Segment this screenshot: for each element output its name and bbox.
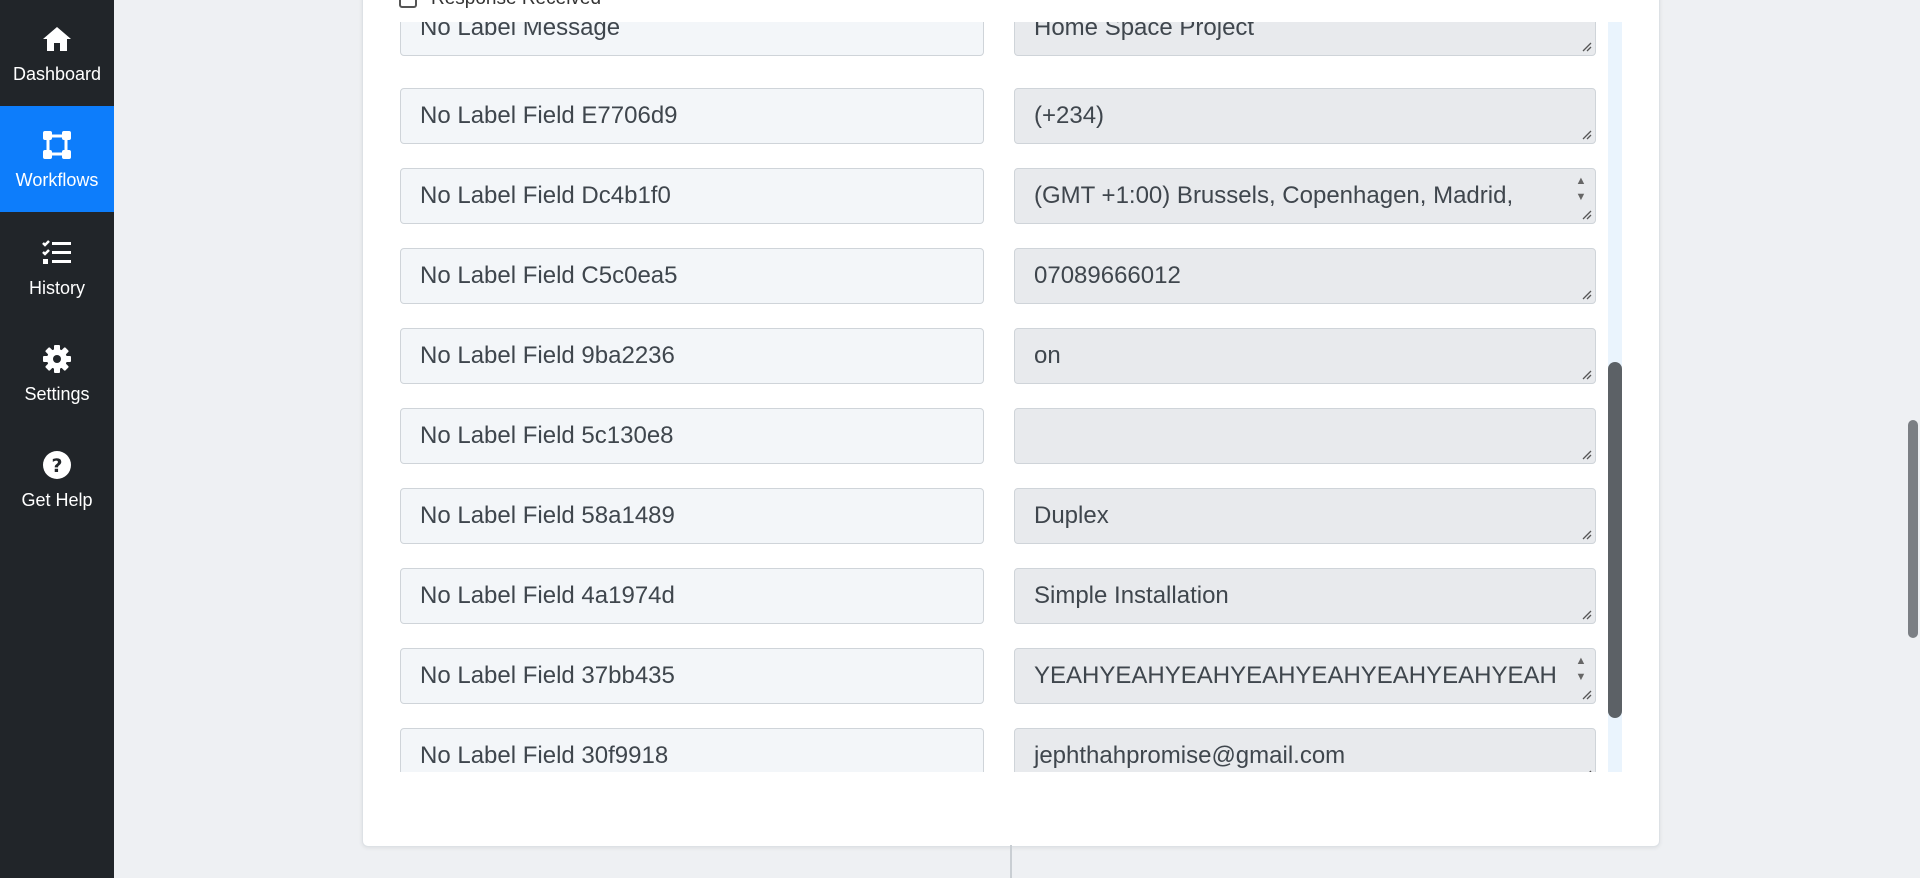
sidebar-item-settings[interactable]: Settings	[0, 320, 114, 426]
scroll-up-icon[interactable]: ▲	[1576, 175, 1587, 187]
home-icon	[40, 22, 74, 56]
workflow-icon	[40, 128, 74, 162]
scroll-down-icon[interactable]: ▼	[1576, 191, 1587, 203]
field-value[interactable]	[1014, 408, 1596, 464]
field-row: No Label Field 4a1974d Simple Installati…	[400, 568, 1596, 624]
field-row: No Label Field 5c130e8	[400, 408, 1596, 464]
scroll-down-icon[interactable]: ▼	[1576, 671, 1587, 683]
field-value[interactable]: 07089666012	[1014, 248, 1596, 304]
checkbox-icon[interactable]	[399, 0, 417, 8]
sidebar-item-label: Settings	[24, 384, 90, 404]
field-row: No Label Message Home Space Project	[400, 22, 1596, 56]
resize-handle-icon[interactable]	[1581, 289, 1592, 300]
resize-handle-icon[interactable]	[1581, 689, 1592, 700]
sidebar-item-label: History	[28, 278, 85, 298]
svg-text:?: ?	[51, 455, 62, 477]
page-scrollbar-thumb[interactable]	[1908, 420, 1918, 638]
checklist-icon	[40, 236, 74, 270]
field-row: No Label Field C5c0ea5 07089666012	[400, 248, 1596, 304]
sidebar-item-workflows[interactable]: Workflows	[0, 106, 114, 212]
field-value[interactable]: (+234)	[1014, 88, 1596, 144]
sidebar-item-history[interactable]: History	[0, 214, 114, 320]
field-row: No Label Field E7706d9 (+234)	[400, 88, 1596, 144]
fields-scrollbar-thumb[interactable]	[1608, 362, 1622, 718]
field-label: No Label Field C5c0ea5	[400, 248, 984, 304]
sidebar-item-label: Get Help	[21, 490, 93, 510]
field-value[interactable]: Home Space Project	[1014, 22, 1596, 56]
resize-handle-icon[interactable]	[1581, 209, 1592, 220]
sidebar-item-dashboard[interactable]: Dashboard	[0, 0, 114, 106]
field-label: No Label Field 9ba2236	[400, 328, 984, 384]
field-row: No Label Field 37bb435 YEAHYEAHYEAHYEAHY…	[400, 648, 1596, 704]
field-label: No Label Field 37bb435	[400, 648, 984, 704]
field-value-text: Home Space Project	[1034, 22, 1255, 41]
field-value-text: (+234)	[1034, 102, 1105, 129]
sidebar-item-label: Dashboard	[12, 64, 102, 84]
resize-handle-icon[interactable]	[1581, 369, 1592, 380]
scroll-arrows[interactable]: ▲ ▼	[1573, 655, 1589, 683]
sidebar: Dashboard Workflows History Settings ? G…	[0, 0, 114, 878]
question-circle-icon: ?	[40, 448, 74, 482]
field-row: No Label Field 9ba2236 on	[400, 328, 1596, 384]
field-label: No Label Message	[400, 22, 984, 56]
field-value-text: Simple Installation	[1034, 582, 1229, 609]
field-label: No Label Field 5c130e8	[400, 408, 984, 464]
field-value-text: 07089666012	[1034, 262, 1181, 289]
resize-handle-icon[interactable]	[1581, 769, 1592, 772]
field-value-text: (GMT +1:00) Brussels, Copenhagen, Madrid…	[1034, 182, 1514, 209]
field-label: No Label Field 30f9918	[400, 728, 984, 772]
field-value[interactable]: Simple Installation	[1014, 568, 1596, 624]
field-value-text: on	[1034, 342, 1061, 369]
field-value-text: jephthahpromise@gmail.com	[1034, 742, 1346, 769]
field-row: No Label Field Dc4b1f0 (GMT +1:00) Bruss…	[400, 168, 1596, 224]
card-title: Response Received	[431, 0, 601, 10]
gear-icon	[40, 342, 74, 376]
field-label: No Label Field 58a1489	[400, 488, 984, 544]
resize-handle-icon[interactable]	[1581, 609, 1592, 620]
resize-handle-icon[interactable]	[1581, 529, 1592, 540]
resize-handle-icon[interactable]	[1581, 449, 1592, 460]
field-value[interactable]: jephthahpromise@gmail.com	[1014, 728, 1596, 772]
field-label: No Label Field 4a1974d	[400, 568, 984, 624]
resize-handle-icon[interactable]	[1581, 129, 1592, 140]
field-label: No Label Field Dc4b1f0	[400, 168, 984, 224]
scroll-arrows[interactable]: ▲ ▼	[1573, 175, 1589, 203]
scroll-up-icon[interactable]: ▲	[1576, 655, 1587, 667]
field-value[interactable]: Duplex	[1014, 488, 1596, 544]
divider	[1010, 845, 1012, 878]
sidebar-item-label: Workflows	[15, 170, 99, 190]
field-value[interactable]: YEAHYEAHYEAHYEAHYEAHYEAHYEAHYEAH ▲ ▼	[1014, 648, 1596, 704]
field-label: No Label Field E7706d9	[400, 88, 984, 144]
fields-scroll-area[interactable]: No Label Message Home Space Project No L…	[400, 22, 1623, 772]
card-header: Response Received	[399, 0, 601, 9]
sidebar-item-get-help[interactable]: ? Get Help	[0, 426, 114, 532]
field-value-text: Duplex	[1034, 502, 1109, 529]
field-value[interactable]: (GMT +1:00) Brussels, Copenhagen, Madrid…	[1014, 168, 1596, 224]
field-value[interactable]: on	[1014, 328, 1596, 384]
field-row: No Label Field 58a1489 Duplex	[400, 488, 1596, 544]
field-value-text: YEAHYEAHYEAHYEAHYEAHYEAHYEAHYEAH	[1034, 662, 1557, 689]
field-row: No Label Field 30f9918 jephthahpromise@g…	[400, 728, 1596, 772]
resize-handle-icon[interactable]	[1581, 41, 1592, 52]
